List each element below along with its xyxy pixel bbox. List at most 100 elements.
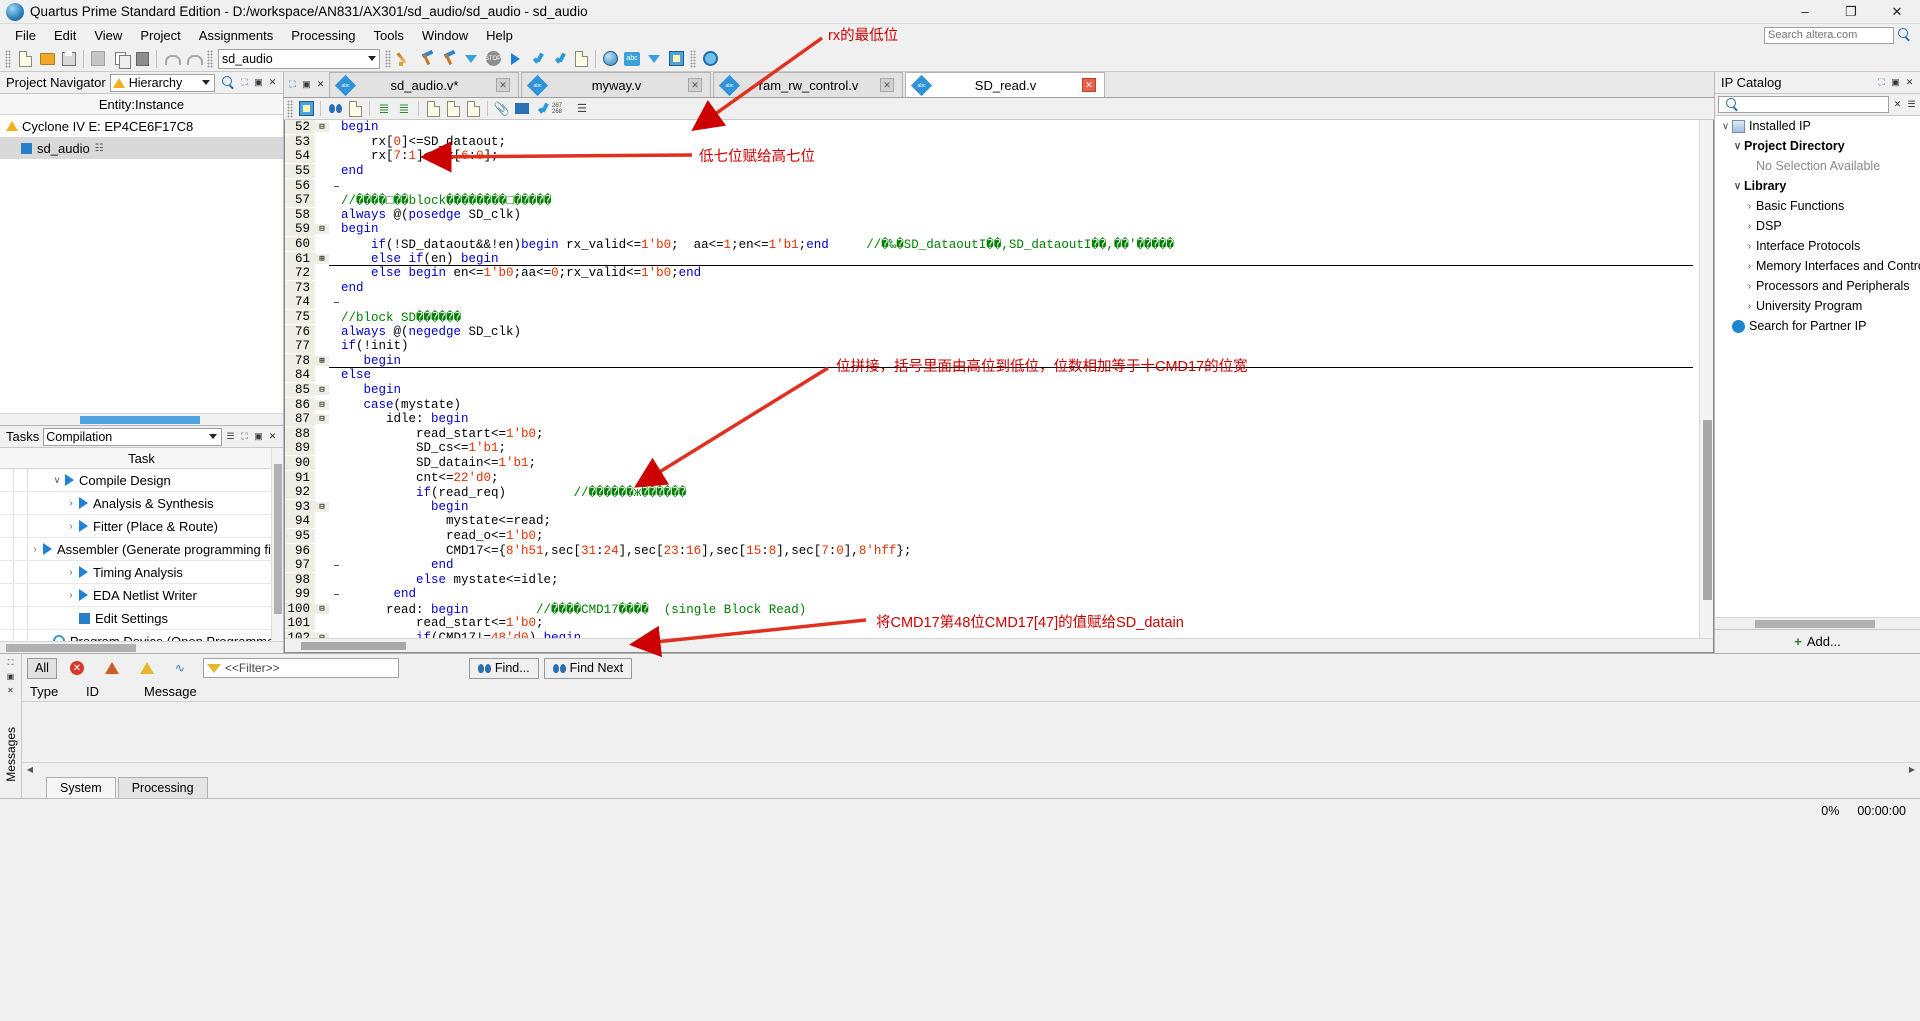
code-line[interactable]: 89 SD_cs<=1'b1; [285,441,1699,456]
play-icon[interactable] [79,566,88,578]
maximize-icon[interactable]: ▣ [253,431,264,442]
chevron-right-icon[interactable]: › [1743,221,1756,232]
code-line[interactable]: 95 read_o<=1'b0; [285,528,1699,544]
chevron-right-icon[interactable]: › [1743,201,1756,212]
fitter-icon[interactable] [460,48,482,70]
ip-search-input[interactable] [1718,96,1889,113]
list-icon[interactable]: ☰ [1906,99,1917,110]
bookmark-icon[interactable] [296,99,316,119]
code-line[interactable]: 101 read_start<=1'b0; [285,616,1699,631]
uncomment-icon[interactable] [443,99,463,119]
pin-icon[interactable]: ⛶ [5,657,17,669]
close-icon[interactable]: ✕ [1082,78,1096,92]
code-line[interactable]: 74 [285,295,1699,310]
menu-assignments[interactable]: Assignments [190,26,282,45]
hierarchy-combo[interactable]: Hierarchy [109,73,215,92]
scrollbar-thumb[interactable] [80,416,200,424]
ip-catalog-row[interactable]: › University Program [1715,296,1920,316]
ip-catalog-row[interactable]: › Basic Functions [1715,196,1920,216]
code-line[interactable]: 72 else begin en<=1'b0;aa<=0;rx_valid<=1… [285,266,1699,281]
filter-warning-button[interactable] [131,657,162,679]
start-compilation-icon[interactable] [416,48,438,70]
flow-combo[interactable]: Compilation [43,427,222,446]
code-vscrollbar[interactable] [1699,120,1713,638]
ip-catalog-row[interactable]: ∨ Installed IP [1715,116,1920,136]
code-line[interactable]: 61 ⊞ else if(en) begin [285,251,1699,266]
fold-toggle-icon[interactable]: ⊟ [315,603,329,614]
insert-template-icon[interactable] [463,99,483,119]
code-line[interactable]: 54 rx[7:1]<=rx[6:0]; [285,149,1699,164]
code-line[interactable]: 73 end [285,280,1699,296]
hierarchy-hscrollbar[interactable] [0,413,283,425]
toolbar-grip[interactable] [690,49,696,68]
maximize-icon[interactable]: ▣ [1890,77,1901,88]
filter-all-button[interactable]: All [27,657,57,679]
maximize-icon[interactable]: ▣ [5,671,17,683]
menu-view[interactable]: View [85,26,131,45]
code-line[interactable]: 86 ⊟ case(mystate) [285,397,1699,412]
tab-ram-rw-control[interactable]: ram_rw_control.v ✕ [713,72,903,97]
menu-help[interactable]: Help [477,26,522,45]
code-line[interactable]: 57 //����□��block��������□����� [285,193,1699,208]
ip-catalog-row[interactable]: ›Memory Interfaces and Controllers [1715,256,1920,276]
code-hscrollbar[interactable] [285,638,1713,652]
fold-toggle-icon[interactable]: ⊟ [315,384,329,395]
print-icon[interactable] [87,48,109,70]
netlist-viewer-icon[interactable] [643,48,665,70]
undo-icon[interactable] [160,48,182,70]
code-line[interactable]: 60 if(!SD_dataout&&!en)begin rx_valid<=1… [285,237,1699,252]
find-icon[interactable] [325,99,345,119]
pin-icon[interactable]: ⛶ [239,77,250,88]
chevron-right-icon[interactable]: › [64,590,78,601]
chevron-right-icon[interactable]: › [64,498,78,509]
fold-toggle-icon[interactable]: ⊟ [315,414,329,425]
play-icon[interactable] [79,589,88,601]
play-icon[interactable] [65,474,74,486]
play-icon[interactable] [79,520,88,532]
chevron-down-icon[interactable]: ∨ [1731,181,1744,192]
fold-toggle-icon[interactable]: ⊟ [315,122,329,133]
fold-toggle-icon[interactable]: ⊟ [315,501,329,512]
ip-catalog-row[interactable]: › Processors and Peripherals [1715,276,1920,296]
code-line[interactable]: 76 always @(negedge SD_clk) [285,324,1699,339]
comment-icon[interactable] [423,99,443,119]
play-icon[interactable] [79,497,88,509]
chevron-right-icon[interactable]: › [28,544,42,555]
find-next-button[interactable]: Find Next [543,657,633,679]
list-icon[interactable]: ☰ [225,431,236,442]
code-line[interactable]: 102⊟ if(CMD17!=48'd0) begin [285,631,1699,638]
new-file-icon[interactable] [14,48,36,70]
paste-icon[interactable] [131,48,153,70]
export-icon[interactable] [532,99,552,119]
help-icon[interactable] [699,48,721,70]
pin-icon[interactable]: ⛶ [287,79,298,90]
close-icon[interactable]: ✕ [267,431,278,442]
chevron-down-icon[interactable] [368,56,376,61]
menu-file[interactable]: File [6,26,45,45]
toolbar-grip[interactable] [207,49,213,68]
code-line[interactable]: 92 if(read_req) //������ж������ [285,485,1699,500]
code-line[interactable]: 94 mystate<=read; [285,514,1699,529]
close-icon[interactable]: ✕ [1904,77,1915,88]
menu-window[interactable]: Window [413,26,477,45]
code-line[interactable]: 75 //block SD������ [285,310,1699,325]
pin-icon[interactable]: ⛶ [239,431,250,442]
find-button[interactable]: Find... [468,657,539,679]
code-line[interactable]: 84 else [285,368,1699,383]
ip-catalog-row[interactable]: Search for Partner IP [1715,316,1920,336]
task-row[interactable]: › Assembler (Generate programming files) [0,538,283,561]
chevron-right-icon[interactable]: › [1743,241,1756,252]
code-line[interactable]: 98 else mystate<=idle; [285,572,1699,587]
tab-myway[interactable]: myway.v ✕ [521,72,711,97]
programmer-icon[interactable] [504,48,526,70]
task-row[interactable]: ∨ Compile Design [0,469,283,492]
code-line[interactable]: 100 ⊟ read: begin //����CMD17���� (single… [285,601,1699,617]
redo-icon[interactable] [182,48,204,70]
message-filter-input[interactable]: <<Filter>> [202,658,399,678]
wrap-icon[interactable]: ☰ [572,99,592,119]
scrollbar-thumb[interactable] [301,642,406,650]
code-line[interactable]: 87 ⊟ idle: begin [285,412,1699,427]
toolbar-grip[interactable] [287,99,293,118]
minimize-button[interactable]: – [1782,0,1828,24]
close-icon[interactable]: ✕ [315,79,326,90]
